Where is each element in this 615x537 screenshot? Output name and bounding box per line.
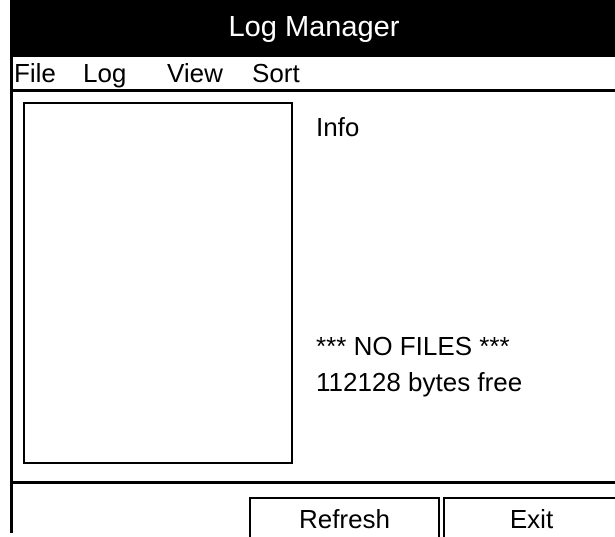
menu-sort[interactable]: Sort — [252, 59, 300, 87]
no-files-status: *** NO FILES *** — [316, 331, 510, 361]
menu-view[interactable]: View — [167, 59, 223, 87]
menu-bar: File Log View Sort — [13, 57, 615, 92]
menu-log[interactable]: Log — [83, 59, 126, 87]
window-title: Log Manager — [228, 11, 400, 43]
bytes-free-status: 112128 bytes free — [316, 367, 523, 397]
footer-divider — [13, 481, 615, 484]
exit-button[interactable]: Exit — [443, 497, 615, 537]
title-bar: Log Manager — [10, 0, 615, 57]
info-label: Info — [316, 112, 360, 142]
log-file-list[interactable] — [23, 102, 293, 464]
log-manager-window: Log Manager File Log View Sort Info *** … — [10, 0, 615, 537]
menu-file[interactable]: File — [14, 59, 56, 87]
refresh-button[interactable]: Refresh — [249, 497, 440, 537]
